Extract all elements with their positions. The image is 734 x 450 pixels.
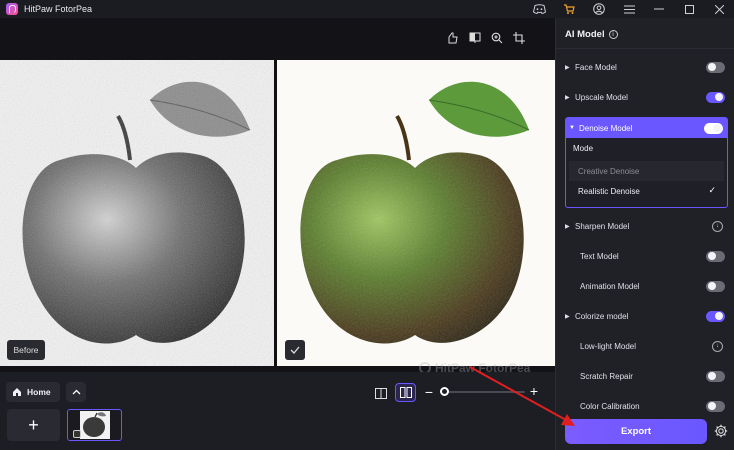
model-label: Upscale Model bbox=[575, 92, 628, 102]
model-row-denoise[interactable]: ▼ Denoise Model bbox=[566, 118, 727, 138]
mode-label: Mode bbox=[573, 144, 594, 153]
bottom-toolbar: Home + − + bbox=[0, 372, 555, 450]
animation-model-toggle[interactable] bbox=[706, 280, 725, 292]
thumbnail-status-icon bbox=[73, 430, 81, 438]
image-thumbnail[interactable] bbox=[67, 409, 122, 441]
checkmark-icon: ✓ bbox=[708, 185, 716, 195]
download-model-icon[interactable]: ↓ bbox=[712, 220, 723, 232]
model-label: Text Model bbox=[580, 251, 619, 261]
collapse-button[interactable] bbox=[66, 382, 86, 402]
app-logo-icon bbox=[6, 3, 18, 15]
close-icon[interactable] bbox=[704, 0, 734, 18]
after-image bbox=[277, 60, 555, 366]
face-model-toggle[interactable] bbox=[706, 61, 725, 73]
model-label: Animation Model bbox=[580, 281, 640, 291]
option-realistic-denoise[interactable]: Realistic Denoise ✓ bbox=[569, 181, 724, 201]
crop-icon[interactable] bbox=[511, 30, 527, 46]
ai-model-sidebar: AI Model i ▶ Face Model ▶ Upscale Model … bbox=[555, 18, 734, 450]
colorize-model-toggle[interactable] bbox=[706, 310, 725, 322]
option-creative-denoise[interactable]: Creative Denoise bbox=[569, 161, 724, 181]
option-label: Creative Denoise bbox=[578, 166, 640, 176]
option-label: Realistic Denoise bbox=[578, 186, 640, 196]
zoom-slider[interactable] bbox=[441, 391, 525, 393]
caret-right-icon: ▶ bbox=[565, 94, 570, 101]
model-label: Sharpen Model bbox=[575, 221, 630, 231]
discord-icon[interactable] bbox=[524, 0, 554, 18]
title-bar-controls bbox=[524, 0, 734, 18]
text-model-toggle[interactable] bbox=[706, 250, 725, 262]
sidebar-divider bbox=[556, 48, 734, 49]
split-view-icon bbox=[375, 387, 387, 399]
model-label: Denoise Model bbox=[579, 123, 633, 133]
model-row-sharpen[interactable]: ▶ Sharpen Model ↓ bbox=[565, 215, 729, 237]
caret-right-icon: ▶ bbox=[565, 223, 570, 230]
chevron-up-icon bbox=[72, 389, 80, 395]
zoom-in-button[interactable]: + bbox=[528, 383, 540, 399]
zoom-in-icon[interactable] bbox=[489, 30, 505, 46]
home-label: Home bbox=[27, 387, 51, 397]
info-icon[interactable]: i bbox=[608, 30, 618, 39]
side-by-side-icon bbox=[399, 387, 412, 398]
before-label: Before bbox=[7, 340, 45, 360]
model-row-low-light[interactable]: Low-light Model ↓ bbox=[565, 335, 729, 357]
caret-right-icon: ▶ bbox=[565, 313, 570, 320]
denoise-model-toggle[interactable] bbox=[704, 122, 723, 134]
model-label: Scratch Repair bbox=[580, 371, 633, 381]
export-button[interactable]: Export bbox=[565, 419, 707, 444]
model-row-color-calibration[interactable]: Color Calibration bbox=[565, 395, 729, 417]
sidebar-title-text: AI Model bbox=[565, 29, 605, 40]
zoom-out-button[interactable]: − bbox=[423, 384, 435, 400]
caret-down-icon: ▼ bbox=[569, 125, 575, 131]
model-label: Color Calibration bbox=[580, 401, 640, 411]
account-icon[interactable] bbox=[584, 0, 614, 18]
menu-icon[interactable] bbox=[614, 0, 644, 18]
preview-toolbar bbox=[445, 30, 527, 46]
color-calibration-toggle[interactable] bbox=[706, 400, 725, 412]
thumbnail-preview bbox=[80, 411, 110, 439]
compare-icon[interactable] bbox=[445, 30, 461, 46]
split-compare-icon[interactable] bbox=[467, 30, 483, 46]
split-view-button[interactable] bbox=[372, 384, 390, 402]
maximize-icon[interactable] bbox=[674, 0, 704, 18]
model-row-upscale[interactable]: ▶ Upscale Model bbox=[565, 86, 729, 108]
minimize-icon[interactable] bbox=[644, 0, 674, 18]
add-image-button[interactable]: + bbox=[7, 409, 60, 441]
model-row-face[interactable]: ▶ Face Model bbox=[565, 56, 729, 78]
sidebar-title: AI Model i bbox=[565, 29, 618, 40]
model-row-animation[interactable]: Animation Model bbox=[565, 275, 729, 297]
model-row-scratch-repair[interactable]: Scratch Repair bbox=[565, 365, 729, 387]
home-icon bbox=[13, 388, 21, 396]
model-row-colorize[interactable]: ▶ Colorize model bbox=[565, 305, 729, 327]
model-label: Low-light Model bbox=[580, 341, 637, 351]
after-check-icon bbox=[285, 340, 305, 360]
side-by-side-button[interactable] bbox=[395, 383, 416, 402]
upscale-model-toggle[interactable] bbox=[706, 91, 725, 103]
title-bar: HitPaw FotorPea bbox=[0, 0, 734, 18]
zoom-slider-handle[interactable] bbox=[440, 387, 449, 396]
settings-gear-icon[interactable] bbox=[714, 424, 728, 438]
model-label: Colorize model bbox=[575, 311, 629, 321]
scratch-repair-toggle[interactable] bbox=[706, 370, 725, 382]
model-label: Face Model bbox=[575, 62, 617, 72]
app-title: HitPaw FotorPea bbox=[24, 4, 93, 14]
model-row-text[interactable]: Text Model bbox=[565, 245, 729, 267]
caret-right-icon: ▶ bbox=[565, 64, 570, 71]
home-button[interactable]: Home bbox=[6, 382, 60, 402]
cart-icon[interactable] bbox=[554, 0, 584, 18]
preview-canvas: Before HitPaw FotorPea bbox=[0, 18, 555, 375]
download-model-icon[interactable]: ↓ bbox=[712, 340, 723, 352]
denoise-model-panel: ▼ Denoise Model Mode Creative Denoise Re… bbox=[565, 117, 728, 208]
before-image bbox=[0, 60, 274, 366]
